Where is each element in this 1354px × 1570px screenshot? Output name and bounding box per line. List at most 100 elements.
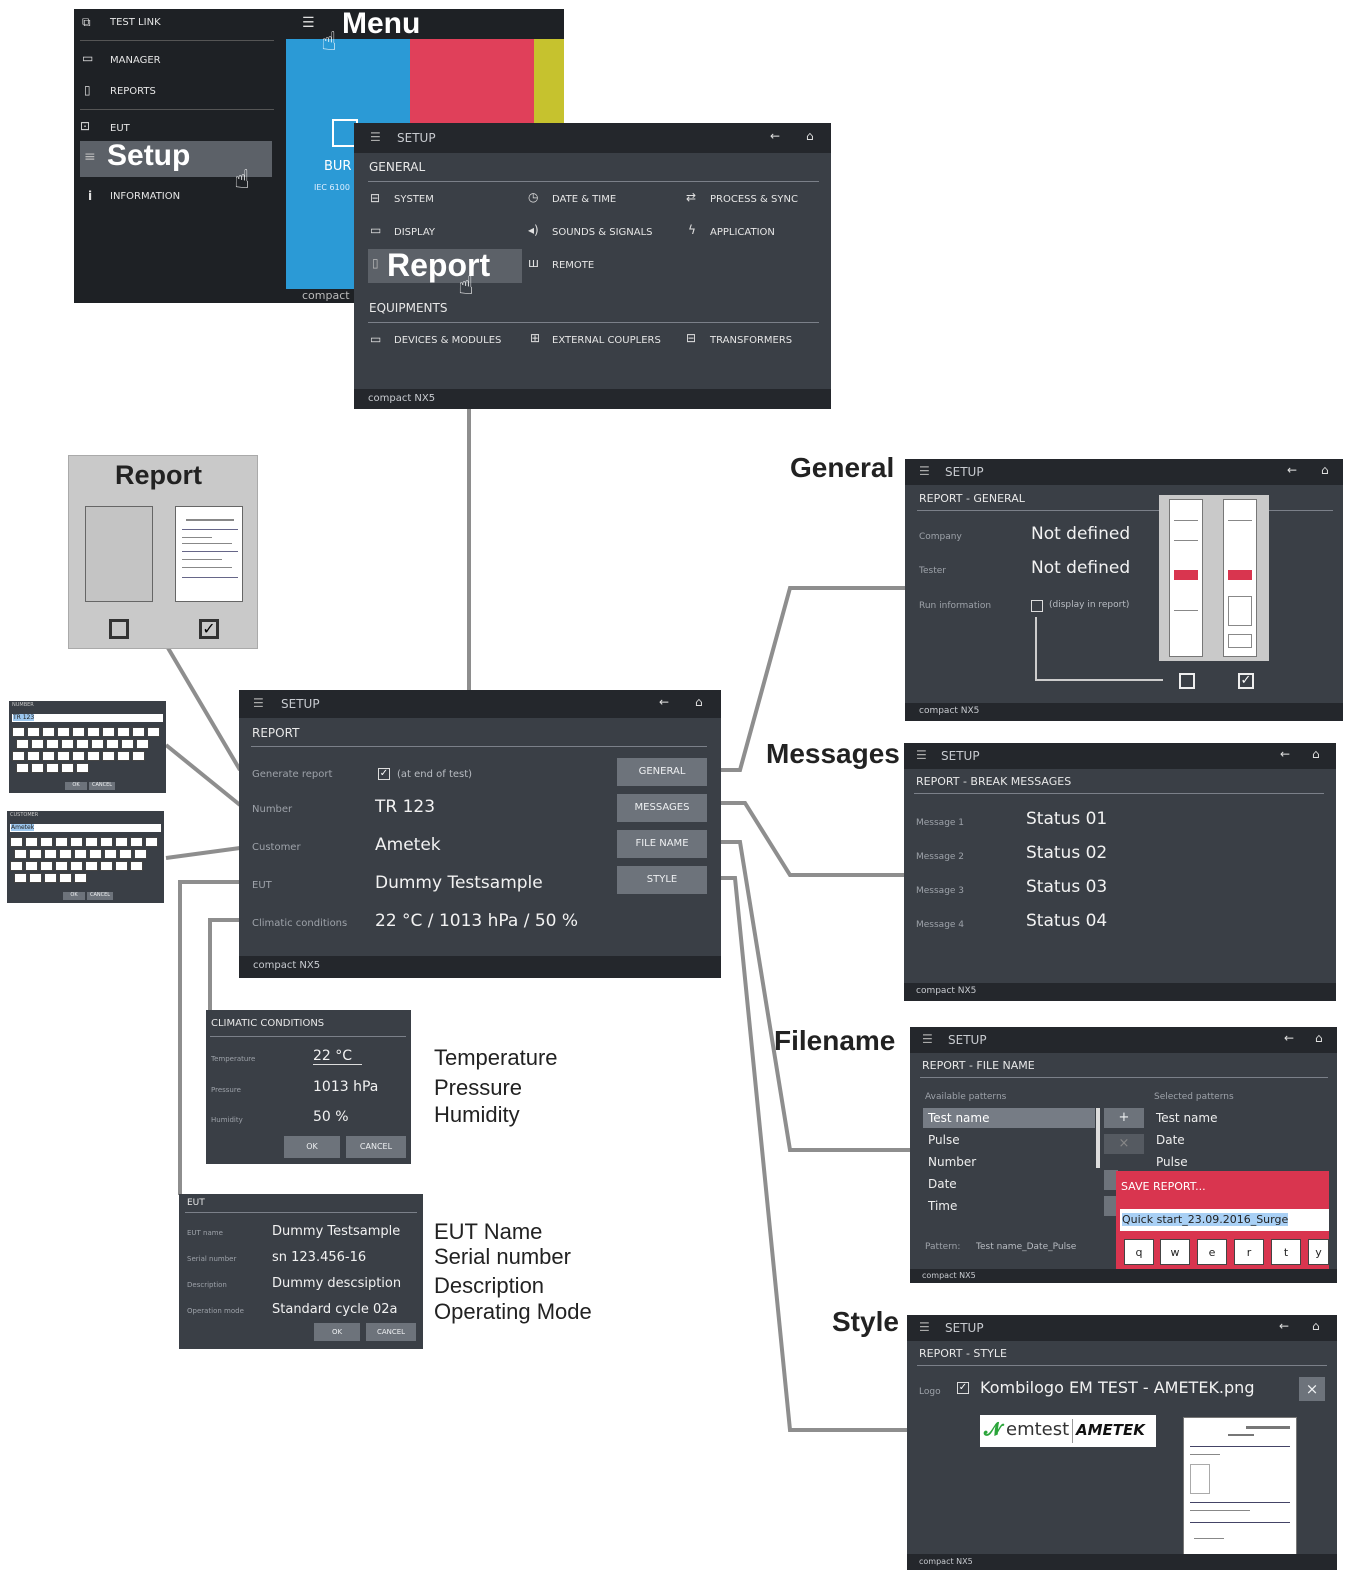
keyboard-key[interactable] <box>59 849 72 859</box>
setup-item-couplers[interactable]: EXTERNAL COUPLERS <box>552 335 661 346</box>
value-climatic[interactable]: 22 °C / 1013 hPa / 50 % <box>375 911 578 931</box>
keyboard-key[interactable] <box>27 751 40 761</box>
keyboard-key[interactable] <box>87 751 100 761</box>
nav-item-information[interactable]: INFORMATION <box>110 191 180 202</box>
climatic-cancel-button[interactable]: CANCEL <box>346 1136 406 1158</box>
kbd-number-input[interactable] <box>12 714 163 722</box>
keyboard-key[interactable] <box>100 861 113 871</box>
keyboard-key[interactable] <box>145 837 158 847</box>
keyboard-key[interactable] <box>147 727 160 737</box>
available-item[interactable]: Test name <box>928 1111 989 1125</box>
remove-pattern-button[interactable]: × <box>1104 1134 1144 1154</box>
keyboard-key[interactable] <box>70 861 83 871</box>
setup-item-transformers[interactable]: TRANSFORMERS <box>710 335 792 346</box>
nav-item-manager[interactable]: MANAGER <box>110 55 161 66</box>
keyboard-key[interactable] <box>61 763 74 773</box>
setup-item-date-time[interactable]: DATE & TIME <box>552 194 616 205</box>
keyboard-key[interactable] <box>59 873 72 883</box>
value-eut[interactable]: Dummy Testsample <box>375 873 543 893</box>
kbd-customer-keys[interactable] <box>10 837 161 887</box>
keyboard-key[interactable] <box>102 727 115 737</box>
messages-button[interactable]: MESSAGES <box>617 794 707 822</box>
unchecked-checkbox-icon[interactable] <box>1179 673 1195 689</box>
key-e[interactable]: e <box>1197 1239 1227 1265</box>
value-pressure[interactable]: 1013 hPa <box>313 1079 378 1095</box>
checked-checkbox-icon[interactable]: ✓ <box>199 619 219 639</box>
general-button[interactable]: GENERAL <box>617 758 707 786</box>
keyboard-key[interactable] <box>31 763 44 773</box>
keyboard-key[interactable] <box>115 861 128 871</box>
keyboard-key[interactable] <box>85 861 98 871</box>
generate-report-checkbox[interactable]: ✓ <box>378 768 390 780</box>
keyboard-key[interactable] <box>40 837 53 847</box>
keyboard-key[interactable] <box>76 739 89 749</box>
setup-item-application[interactable]: APPLICATION <box>710 227 775 238</box>
selected-item[interactable]: Pulse <box>1156 1155 1188 1169</box>
file-name-button[interactable]: FILE NAME <box>617 830 707 858</box>
climatic-ok-button[interactable]: OK <box>284 1136 340 1158</box>
kbd-number-cancel[interactable]: CANCEL <box>89 782 115 790</box>
value-eut-name[interactable]: Dummy Testsample <box>272 1224 400 1239</box>
style-button[interactable]: STYLE <box>617 866 707 894</box>
keyboard-key[interactable] <box>106 739 119 749</box>
keyboard-key[interactable] <box>12 727 25 737</box>
keyboard-key[interactable] <box>44 873 57 883</box>
keyboard-key[interactable] <box>42 751 55 761</box>
keyboard-key[interactable] <box>117 751 130 761</box>
add-pattern-button[interactable]: + <box>1104 1108 1144 1128</box>
key-q[interactable]: q <box>1124 1239 1154 1265</box>
value-description[interactable]: Dummy descsiption <box>272 1276 401 1291</box>
setup-item-display[interactable]: DISPLAY <box>394 227 435 238</box>
keyboard-key[interactable] <box>119 849 132 859</box>
key-w[interactable]: w <box>1160 1239 1190 1265</box>
keyboard-key[interactable] <box>14 873 27 883</box>
keyboard-key[interactable] <box>57 727 70 737</box>
nav-item-test-link[interactable]: TEST LINK <box>110 17 161 28</box>
value-message-3[interactable]: Status 03 <box>1026 877 1107 897</box>
keyboard-key[interactable] <box>40 861 53 871</box>
keyboard-key[interactable] <box>72 727 85 737</box>
keyboard-key[interactable] <box>130 861 143 871</box>
logo-file-name[interactable]: Kombilogo EM TEST - AMETEK.png <box>980 1378 1254 1397</box>
keyboard-key[interactable] <box>72 751 85 761</box>
available-scrollbar[interactable] <box>1096 1108 1100 1168</box>
value-company[interactable]: Not defined <box>1031 524 1130 544</box>
value-customer[interactable]: Ametek <box>375 835 441 855</box>
keyboard-key[interactable] <box>85 837 98 847</box>
keyboard-key[interactable] <box>132 727 145 737</box>
kbd-customer-ok[interactable]: OK <box>63 892 85 900</box>
back-arrow-icon[interactable]: ← <box>1280 747 1290 761</box>
keyboard-key[interactable] <box>12 751 25 761</box>
keyboard-key[interactable] <box>100 837 113 847</box>
available-item[interactable]: Pulse <box>928 1133 960 1147</box>
keyboard-key[interactable] <box>16 763 29 773</box>
value-operation-mode[interactable]: Standard cycle 02a <box>272 1302 398 1317</box>
keyboard-key[interactable] <box>46 739 59 749</box>
eut-ok-button[interactable]: OK <box>314 1323 360 1341</box>
keyboard-key[interactable] <box>10 861 23 871</box>
value-humidity[interactable]: 50 % <box>313 1109 349 1125</box>
unchecked-checkbox-icon[interactable] <box>109 619 129 639</box>
keyboard-key[interactable] <box>25 861 38 871</box>
value-message-1[interactable]: Status 01 <box>1026 809 1107 829</box>
keyboard-key[interactable] <box>89 849 102 859</box>
key-y[interactable]: y <box>1308 1239 1329 1265</box>
keyboard-key[interactable] <box>134 849 147 859</box>
keyboard-key[interactable] <box>31 739 44 749</box>
key-t[interactable]: t <box>1271 1239 1301 1265</box>
keyboard-key[interactable] <box>44 849 57 859</box>
keyboard-key[interactable] <box>76 763 89 773</box>
home-icon[interactable]: ⌂ <box>1315 1031 1323 1045</box>
keyboard-key[interactable] <box>55 861 68 871</box>
keyboard-key[interactable] <box>115 837 128 847</box>
eut-cancel-button[interactable]: CANCEL <box>366 1323 416 1341</box>
keyboard-key[interactable] <box>104 849 117 859</box>
setup-item-devices[interactable]: DEVICES & MODULES <box>394 335 501 346</box>
keyboard-key[interactable] <box>55 837 68 847</box>
home-icon[interactable]: ⌂ <box>1312 1319 1320 1333</box>
home-icon[interactable]: ⌂ <box>1312 747 1320 761</box>
keyboard-key[interactable] <box>91 739 104 749</box>
keyboard-key[interactable] <box>70 837 83 847</box>
keyboard-key[interactable] <box>16 739 29 749</box>
keyboard-key[interactable] <box>25 837 38 847</box>
